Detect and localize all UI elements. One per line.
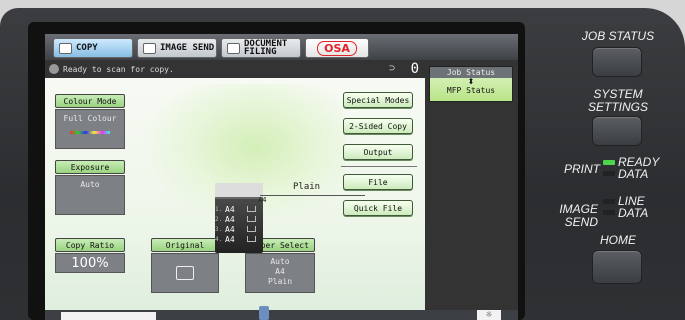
home-key-label: HOME xyxy=(600,233,636,247)
ready-led xyxy=(603,160,615,165)
tab-osa[interactable]: OSA xyxy=(305,38,369,58)
original-page-icon xyxy=(176,266,194,280)
bottom-bar: ☼ xyxy=(45,306,518,320)
copy-ratio-value-box[interactable]: 100% xyxy=(55,253,125,273)
print-label: PRINT xyxy=(564,162,600,176)
status-message: Ready to scan for copy. xyxy=(63,64,174,74)
tray-row: 3. A4 xyxy=(215,224,275,234)
right-status-column: Job Status ⬍ MFP Status xyxy=(425,60,518,310)
data-led-2 xyxy=(603,210,615,215)
touch-screen: COPY IMAGE SEND DOCUMENT FILING OSA Read… xyxy=(45,34,518,320)
system-settings-label-2: SETTINGS xyxy=(587,100,648,114)
copy-count: 0 xyxy=(410,61,419,77)
image-send-label: IMAGE SEND xyxy=(559,202,598,229)
copy-work-area: Colour Mode Full Colour Exposure Auto Co… xyxy=(45,78,425,310)
tab-image-send[interactable]: IMAGE SEND xyxy=(137,38,217,58)
job-status-key-label: JOB STATUS xyxy=(581,29,655,43)
original-button[interactable]: Original xyxy=(151,238,219,252)
scanner-icon xyxy=(49,64,59,74)
copy-ratio-value: 100% xyxy=(71,256,109,271)
job-status-panel[interactable]: Job Status ⬍ MFP Status xyxy=(429,66,513,102)
quick-file-button[interactable]: Quick File xyxy=(343,200,413,216)
paper-select-line-2: A4 xyxy=(275,267,285,276)
file-button[interactable]: File xyxy=(343,174,413,190)
copies-icon: ⊃ xyxy=(388,63,395,74)
document-filing-icon xyxy=(227,43,240,54)
status-bar: Ready to scan for copy. ⊃ 0 xyxy=(45,60,425,78)
paper-select-value-box[interactable]: Auto A4 Plain xyxy=(245,253,315,293)
image-send-icon xyxy=(143,43,156,54)
data-label-2: DATA xyxy=(618,206,649,220)
two-sided-copy-button[interactable]: 2-Sided Copy xyxy=(343,118,413,134)
paper-select-line-3: Plain xyxy=(267,277,293,286)
exposure-button[interactable]: Exposure xyxy=(55,160,125,174)
bottom-left-box[interactable] xyxy=(61,312,156,320)
tray-list: 1. A4 2. A4 3. A4 4. A4 xyxy=(215,204,275,244)
bottom-center-icon[interactable] xyxy=(259,306,269,320)
colour-strip xyxy=(70,131,110,134)
exposure-value: Auto xyxy=(80,180,100,189)
original-value-box[interactable] xyxy=(151,253,219,293)
tray-row: 1. A4 xyxy=(215,204,275,214)
job-status-key[interactable] xyxy=(592,47,642,77)
brightness-icon[interactable]: ☼ xyxy=(477,310,501,320)
output-button[interactable]: Output xyxy=(343,144,413,160)
system-settings-key[interactable] xyxy=(592,116,642,146)
colour-mode-button[interactable]: Colour Mode xyxy=(55,94,125,108)
tray-row: 2. A4 xyxy=(215,214,275,224)
output-tray-line xyxy=(260,195,365,196)
colour-mode-value: Full Colour xyxy=(63,114,117,123)
copy-ratio-button[interactable]: Copy Ratio xyxy=(55,238,125,252)
mode-tabs: COPY IMAGE SEND DOCUMENT FILING OSA xyxy=(45,34,518,60)
divider xyxy=(341,166,417,167)
tray-row: 4. A4 xyxy=(215,234,275,244)
home-key[interactable] xyxy=(592,250,642,284)
output-paper-type: Plain xyxy=(293,182,321,192)
exposure-value-box[interactable]: Auto xyxy=(55,175,125,215)
paper-select-line-1: Auto xyxy=(270,257,290,266)
tab-copy[interactable]: COPY xyxy=(53,38,133,58)
copy-icon xyxy=(59,43,72,54)
data-led xyxy=(603,171,615,176)
output-paper-size: A4 xyxy=(258,196,267,204)
data-label: DATA xyxy=(618,167,649,181)
colour-mode-value-box[interactable]: Full Colour xyxy=(55,109,125,149)
tab-document-filing[interactable]: DOCUMENT FILING xyxy=(221,38,301,58)
osa-logo: OSA xyxy=(317,40,357,56)
special-modes-button[interactable]: Special Modes xyxy=(343,92,413,108)
mfp-status-label: MFP Status xyxy=(446,86,496,95)
toggle-arrow-icon: ⬍ xyxy=(467,77,475,86)
line-led xyxy=(603,199,615,204)
